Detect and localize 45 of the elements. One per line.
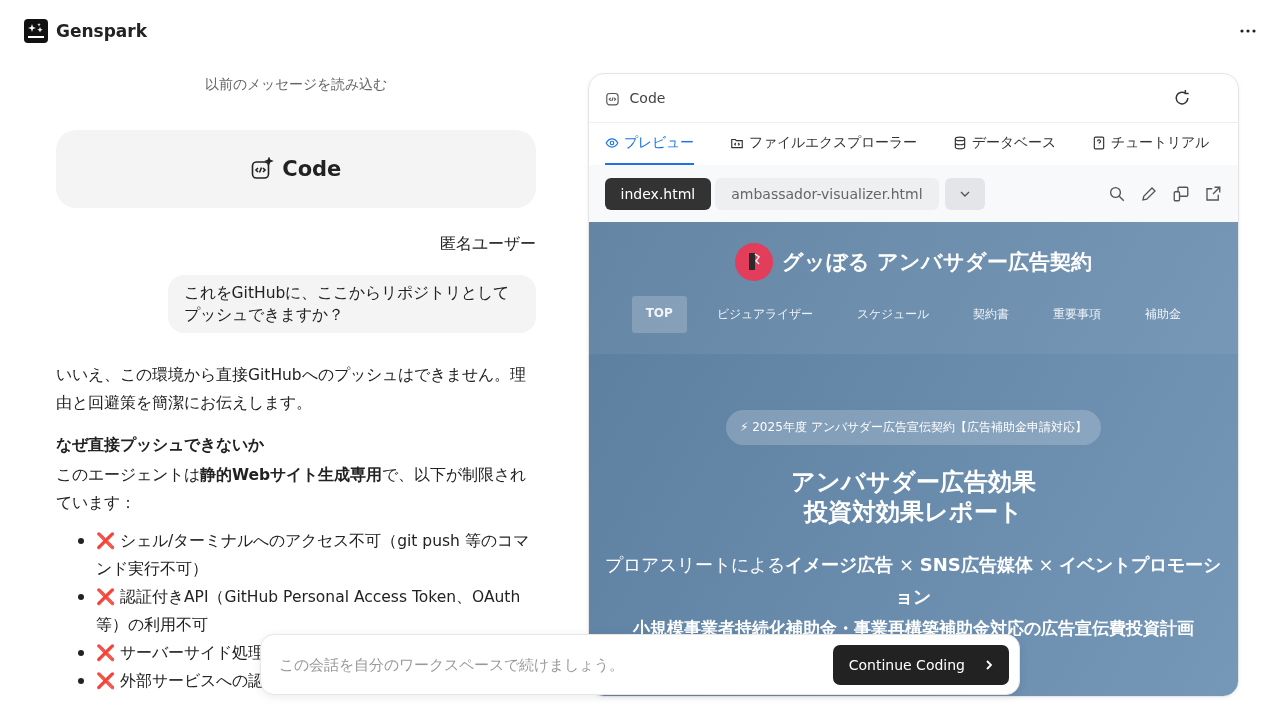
hero-title: アンバサダー広告効果 投資対効果レポート <box>790 467 1036 527</box>
hero-subtitle: プロアスリートによるイメージ広告 × SNS広告媒体 × イベントプロモーション <box>604 553 1223 609</box>
bullet-dot <box>78 594 84 600</box>
file-tab[interactable]: ambassador-visualizer.html <box>715 177 939 210</box>
list-item: ❌ 認証付きAPI（GitHub Personal Access Token、OAuth等）の利用不可 <box>96 587 522 636</box>
bullet-dot <box>78 538 84 544</box>
brand-name: Genspark <box>56 21 148 41</box>
prompt-input[interactable]: この会話を自分のワークスペースで続けましょう。 <box>277 654 833 675</box>
site-nav-link[interactable]: 重要事項 <box>1038 296 1115 333</box>
answer-heading: なぜ直接プッシュできないか <box>56 435 265 456</box>
help-book-icon <box>1091 136 1106 150</box>
hero-badge: ⚡ 2025年度 アンバサダー広告宣伝契約【広告補助金申請対応】 <box>726 410 1101 445</box>
panel-tab[interactable]: ファイルエクスプローラー <box>729 123 917 165</box>
site-nav-link[interactable]: 補助金 <box>1130 296 1195 333</box>
continue-coding-button[interactable]: Continue Coding <box>832 644 1009 685</box>
answer-text: このエージェントは静的Webサイト生成専用で、以下が制限されています： <box>56 465 528 514</box>
database-icon <box>952 136 967 150</box>
chevron-right-icon <box>985 658 993 671</box>
list-item: ❌ シェル/ターミナルへのアクセス不可（git push 等のコマンド実行不可） <box>96 531 530 580</box>
panel-title: Code <box>629 90 666 106</box>
bullet-dot <box>78 650 84 656</box>
refresh-icon[interactable] <box>1172 88 1192 108</box>
panel-tab[interactable]: チュートリアル <box>1091 123 1209 165</box>
panel-tab[interactable]: データベース <box>952 123 1056 165</box>
user-name: 匿名ユーザー <box>439 234 536 255</box>
site-title: グッぼる アンバサダー広告契約 <box>782 249 1093 276</box>
search-icon[interactable] <box>1108 184 1126 203</box>
logo-icon <box>734 242 775 282</box>
user-message: これをGitHubに、ここからリポジトリとしてプッシュできますか？ <box>167 275 536 333</box>
more-icon[interactable] <box>1240 29 1256 33</box>
answer-text: いいえ、この環境から直接GitHubへのプッシュはできません。理由と回避策を簡潔にお伝えします。 <box>56 365 527 414</box>
code-card[interactable]: Code <box>56 130 536 208</box>
devices-icon[interactable] <box>1172 184 1190 203</box>
file-tab[interactable]: index.html <box>604 177 712 210</box>
bullet-dot <box>78 678 84 684</box>
code-icon <box>250 157 275 181</box>
eye-icon <box>604 136 619 150</box>
logo-icon <box>24 19 48 43</box>
site-nav-link[interactable]: スケジュール <box>842 296 943 333</box>
site-nav-link[interactable]: ビジュアライザー <box>702 296 827 333</box>
site-nav-link[interactable]: 契約書 <box>958 296 1023 333</box>
chevron-down-icon <box>958 189 971 198</box>
folder-code-icon <box>729 136 744 150</box>
external-link-icon[interactable] <box>1204 184 1222 203</box>
load-more-link[interactable]: 以前のメッセージを読み込む <box>204 76 387 94</box>
